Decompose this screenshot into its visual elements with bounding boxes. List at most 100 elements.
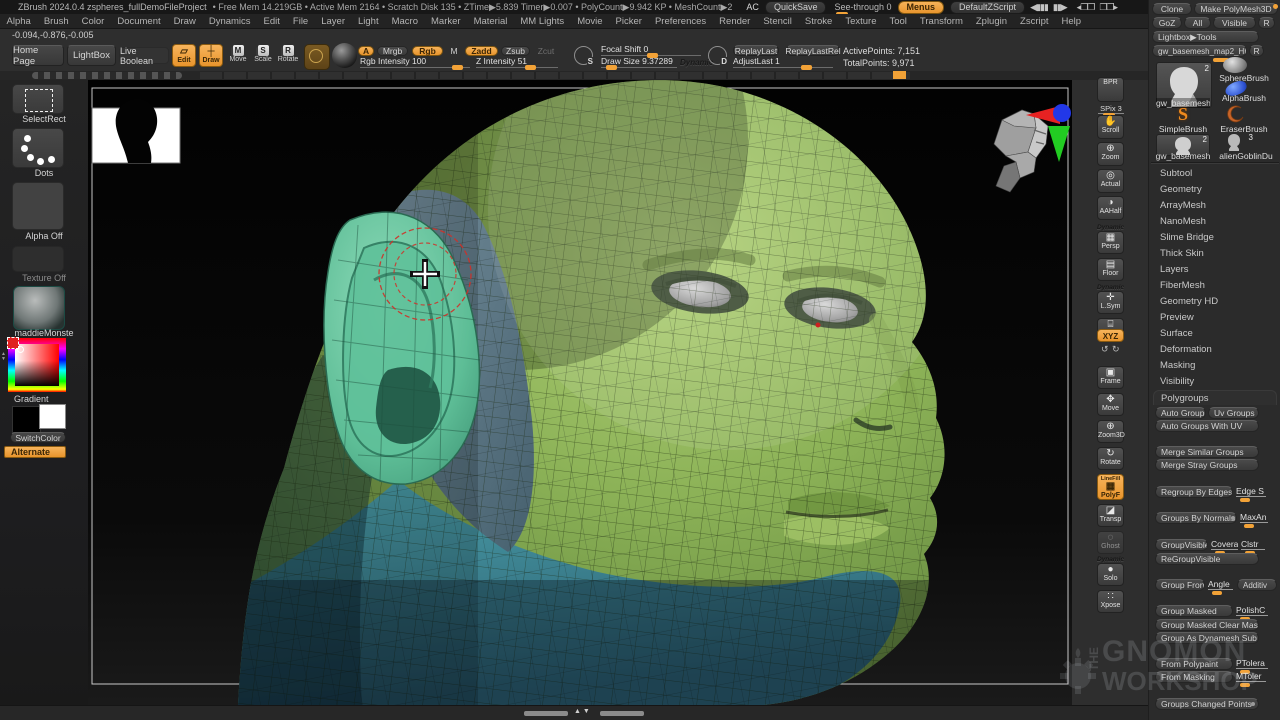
- regroupvisible-button[interactable]: ReGroupVisible: [1155, 553, 1259, 565]
- replay-last-rel-button[interactable]: ReplayLastRel: [786, 45, 840, 56]
- tray-handle-left[interactable]: [524, 711, 568, 716]
- section-surface[interactable]: Surface: [1153, 326, 1277, 341]
- mtoler-handle[interactable]: [1240, 683, 1250, 687]
- menu-alpha[interactable]: Alpha: [0, 15, 37, 28]
- groupvisible-button[interactable]: GroupVisible: [1155, 539, 1208, 551]
- active-tool-name[interactable]: gw_basemesh_map2_HEAD.: [1152, 45, 1247, 57]
- simplebrush-icon[interactable]: S: [1171, 105, 1195, 123]
- polyframe-button[interactable]: LineFill▦PolyF: [1097, 474, 1124, 500]
- menu-zplugin[interactable]: Zplugin: [969, 15, 1013, 28]
- replay-last-button[interactable]: ReplayLast: [733, 45, 779, 56]
- edit-mode-button[interactable]: ▱ Edit: [172, 44, 196, 67]
- group-front-button[interactable]: Group Front: [1155, 579, 1205, 591]
- menu-tool[interactable]: Tool: [883, 15, 913, 28]
- bpr-button[interactable]: BPR: [1097, 77, 1124, 102]
- menu-color[interactable]: Color: [75, 15, 111, 28]
- menu-movie[interactable]: Movie: [571, 15, 609, 28]
- floor-button[interactable]: ▤Floor: [1097, 258, 1124, 281]
- rotate-y-icon[interactable]: ↺: [1101, 344, 1109, 354]
- scale-mode-button[interactable]: S Scale: [252, 45, 274, 67]
- menu-light[interactable]: Light: [351, 15, 385, 28]
- menu-transform[interactable]: Transform: [913, 15, 969, 28]
- menu-draw[interactable]: Draw: [167, 15, 202, 28]
- section-polygroups[interactable]: Polygroups: [1153, 390, 1277, 405]
- menu-layer[interactable]: Layer: [315, 15, 352, 28]
- make-polymesh3d-button[interactable]: Make PolyMesh3D: [1194, 3, 1278, 15]
- groups-by-normals-button[interactable]: Groups By Normals: [1155, 512, 1237, 524]
- menu-preferences[interactable]: Preferences: [648, 15, 712, 28]
- silhouette-preview[interactable]: [92, 99, 180, 163]
- secondary-color-swatch[interactable]: [39, 404, 66, 429]
- from-masking-button[interactable]: From Masking: [1155, 671, 1233, 683]
- stroke-dots-button[interactable]: [12, 128, 64, 168]
- group-masked-button[interactable]: Group Masked: [1155, 605, 1233, 617]
- xpose-button[interactable]: ∷Xpose: [1097, 590, 1124, 613]
- regroup-by-edges-button[interactable]: Regroup By Edges: [1155, 486, 1233, 498]
- menu-help[interactable]: Help: [1055, 15, 1088, 28]
- menu-macro[interactable]: Macro: [385, 15, 424, 28]
- groups-by-normals-dot[interactable]: [1231, 516, 1235, 520]
- clone-button[interactable]: Clone: [1152, 3, 1192, 15]
- tray-scroll-arrows[interactable]: ▲▼: [1, 352, 6, 362]
- rgb-chip[interactable]: Rgb: [412, 46, 443, 56]
- section-geometry-hd[interactable]: Geometry HD: [1153, 294, 1277, 309]
- alpha-off-button[interactable]: [12, 182, 64, 230]
- tray-dash-divider[interactable]: [32, 72, 182, 79]
- spherebrush-icon[interactable]: [1223, 57, 1247, 73]
- adjust-last-slider[interactable]: AdjustLast 1: [733, 57, 833, 70]
- section-visibility[interactable]: Visibility: [1153, 374, 1277, 389]
- m-chip[interactable]: M: [447, 46, 461, 56]
- group-masked-clear-mask-button[interactable]: Group Masked Clear Mask: [1155, 619, 1259, 631]
- current-color-swatch[interactable]: [7, 337, 19, 349]
- quicksave-button[interactable]: QuickSave: [765, 1, 827, 14]
- solo-button[interactable]: ●Solo: [1097, 563, 1124, 586]
- clstr-slider[interactable]: Clstr: [1241, 539, 1265, 550]
- maxan-handle[interactable]: [1244, 524, 1254, 528]
- menu-file[interactable]: File: [286, 15, 314, 28]
- tool-r-button[interactable]: R: [1249, 45, 1264, 57]
- auto-groups-button[interactable]: Auto Groups: [1155, 407, 1206, 419]
- additive-button[interactable]: Additiv: [1237, 579, 1277, 591]
- local-symmetry-button[interactable]: ✛L.Sym: [1097, 291, 1124, 314]
- edge-s-slider[interactable]: Edge S: [1236, 486, 1266, 497]
- select-rect-button[interactable]: [12, 84, 64, 114]
- stack-right-icon[interactable]: ❐❐▸: [1099, 2, 1117, 13]
- polishc-slider[interactable]: PolishC: [1236, 605, 1268, 616]
- move-mode-button[interactable]: M Move: [227, 45, 249, 67]
- current-material-ball[interactable]: [332, 43, 357, 68]
- merge-similar-groups-button[interactable]: Merge Similar Groups: [1155, 446, 1259, 458]
- menu-marker[interactable]: Marker: [425, 15, 468, 28]
- transp-button[interactable]: ◪Transp: [1097, 504, 1124, 527]
- all-button[interactable]: All: [1184, 17, 1211, 29]
- menu-mm-lights[interactable]: MM Lights: [514, 15, 571, 28]
- divider-left-icon[interactable]: ◀▮▮▮: [1030, 2, 1048, 13]
- covera-slider[interactable]: Covera: [1211, 539, 1238, 550]
- xyz-button[interactable]: XYZ: [1097, 329, 1124, 342]
- menu-render[interactable]: Render: [713, 15, 757, 28]
- tray-handle-right[interactable]: [600, 711, 644, 716]
- zadd-chip[interactable]: Zadd: [465, 46, 498, 56]
- alternate-button[interactable]: Alternate: [4, 446, 66, 458]
- gradient-label[interactable]: Gradient: [0, 394, 88, 404]
- section-masking[interactable]: Masking: [1153, 358, 1277, 373]
- material-thumbnail[interactable]: [13, 286, 65, 330]
- menu-material[interactable]: Material: [467, 15, 514, 28]
- draw-mode-button[interactable]: ┼ Draw: [199, 44, 223, 67]
- persp-button[interactable]: ▦Persp: [1097, 231, 1124, 254]
- goz-r-button[interactable]: R: [1258, 17, 1275, 29]
- rotate-camera-button[interactable]: ↻Rotate: [1097, 447, 1124, 470]
- stack-left-icon[interactable]: ◂❐❐: [1077, 2, 1095, 13]
- live-boolean-button[interactable]: Live Boolean: [119, 47, 169, 64]
- merge-stray-groups-button[interactable]: Merge Stray Groups: [1155, 459, 1259, 471]
- main-color-swatch[interactable]: [12, 406, 41, 433]
- alpha-picker-button[interactable]: D: [708, 46, 727, 65]
- color-picker[interactable]: [8, 338, 66, 392]
- eraserbrush-icon[interactable]: [1227, 105, 1245, 123]
- menu-zscript[interactable]: Zscript: [1014, 15, 1056, 28]
- tray-toggle-arrows[interactable]: ▲▼: [574, 708, 592, 715]
- group-as-dynamesh-sub-button[interactable]: Group As Dynamesh Sub: [1155, 632, 1259, 644]
- rgb-intensity-slider[interactable]: Rgb Intensity 100: [360, 57, 470, 70]
- aahalf-button[interactable]: ◑AAHalf: [1097, 196, 1124, 220]
- menu-texture[interactable]: Texture: [839, 15, 883, 28]
- from-polypaint-button[interactable]: From Polypaint: [1155, 658, 1233, 670]
